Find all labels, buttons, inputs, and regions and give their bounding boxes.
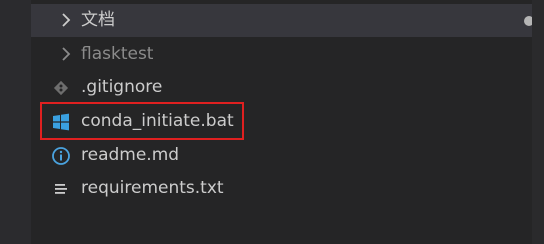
- explorer-item-label: requirements.txt: [81, 178, 224, 198]
- vertical-scrollbar[interactable]: [532, 0, 544, 244]
- highlight-box: [40, 102, 244, 140]
- explorer-item-flasktest-folder[interactable]: flasktest: [31, 38, 544, 71]
- explorer-item-requirements[interactable]: requirements.txt: [31, 172, 544, 205]
- info-circle-icon: [52, 147, 70, 165]
- text-lines-icon: [55, 184, 67, 194]
- explorer-item-gitignore[interactable]: .gitignore: [31, 71, 544, 104]
- explorer-item-docs-folder[interactable]: 文档: [31, 4, 544, 37]
- left-gutter: [0, 0, 31, 244]
- chevron-right-icon[interactable]: [59, 11, 73, 29]
- explorer-item-label: readme.md: [81, 145, 180, 165]
- explorer-item-label: 文档: [81, 10, 115, 30]
- explorer-item-readme[interactable]: readme.md: [31, 139, 544, 172]
- chevron-right-icon[interactable]: [59, 45, 73, 63]
- git-diamond-icon: [53, 80, 69, 96]
- explorer-item-label: .gitignore: [81, 77, 163, 97]
- explorer-item-label: flasktest: [81, 44, 154, 64]
